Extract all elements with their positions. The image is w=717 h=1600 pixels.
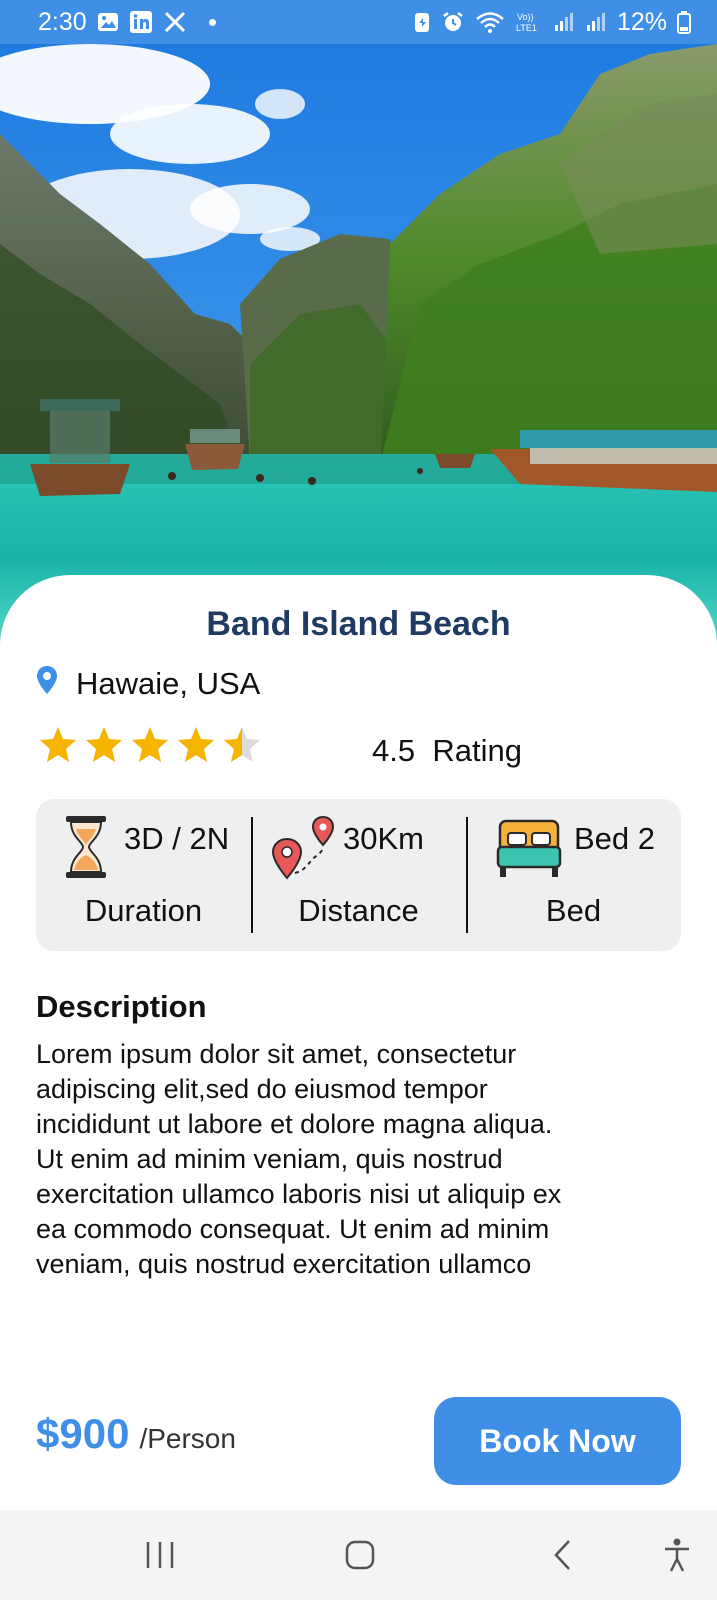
- home-button[interactable]: [315, 1510, 405, 1600]
- gallery-icon: [97, 11, 119, 33]
- status-time: 2:30: [38, 7, 87, 36]
- star-icon: [176, 725, 216, 770]
- price-unit: /Person: [139, 1423, 236, 1454]
- location-pin-icon: [36, 665, 58, 703]
- destination-title: Band Island Beach: [206, 605, 511, 643]
- status-bar: 2:30 Vo)) LTE1 12%: [0, 0, 717, 44]
- description-heading: Description: [36, 989, 207, 1024]
- description-line: ea commodo consequat. Ut enim ad minim: [36, 1214, 550, 1244]
- rating-value: 4.5: [372, 733, 416, 768]
- wifi-icon: [475, 10, 505, 34]
- x-icon: [163, 10, 187, 34]
- book-now-button[interactable]: Book Now: [434, 1397, 681, 1485]
- bed-icon: [496, 819, 562, 884]
- rating-stars: [38, 725, 262, 770]
- hero-image: [0, 44, 717, 664]
- description-body: Lorem ipsum dolor sit amet, consectetur …: [36, 1037, 686, 1282]
- details-card: Band Island Beach Hawaie, USA 4.5 Rating…: [0, 575, 717, 1510]
- accessibility-button[interactable]: [632, 1510, 717, 1600]
- home-icon: [345, 1540, 375, 1570]
- description-line: Lorem ipsum dolor sit amet, consectetur: [36, 1039, 517, 1069]
- info-bed: Bed 2 Bed: [466, 799, 681, 951]
- accessibility-icon: [665, 1538, 689, 1572]
- duration-value: 3D / 2N: [124, 821, 230, 856]
- svg-text:Vo)): Vo)): [517, 12, 534, 22]
- hourglass-icon: [64, 815, 108, 884]
- bed-label: Bed: [545, 893, 602, 928]
- battery-percent: 12%: [616, 7, 667, 36]
- price-row: $900 /Person: [36, 1410, 236, 1458]
- star-icon: [130, 725, 170, 770]
- price-amount: $900: [36, 1410, 130, 1457]
- alarm-icon: [441, 10, 465, 34]
- info-distance: 30Km Distance: [251, 799, 466, 951]
- distance-value: 30Km: [343, 821, 424, 856]
- description-line: exercitation ullamco laboris nisi ut ali…: [36, 1179, 562, 1209]
- star-icon: [222, 725, 262, 770]
- info-duration: 3D / 2N Duration: [36, 799, 251, 951]
- rating-text: 4.5 Rating: [372, 733, 522, 769]
- description-line: incididunt ut labore et dolore magna ali…: [36, 1109, 553, 1139]
- star-icon: [84, 725, 124, 770]
- signal-2-icon: [585, 11, 607, 33]
- back-button[interactable]: [518, 1510, 608, 1600]
- description-line: Ut enim ad minim veniam, quis nostrud: [36, 1144, 503, 1174]
- recent-apps-button[interactable]: [115, 1510, 205, 1600]
- volte-icon: Vo)) LTE1: [515, 10, 543, 34]
- svg-text:LTE1: LTE1: [516, 23, 537, 33]
- distance-label: Distance: [298, 893, 419, 928]
- battery-icon: [677, 10, 691, 34]
- duration-label: Duration: [84, 893, 203, 928]
- back-icon: [554, 1540, 570, 1570]
- location-text: Hawaie, USA: [76, 666, 261, 701]
- route-pin-icon: [269, 815, 341, 886]
- signal-1-icon: [553, 11, 575, 33]
- battery-saver-icon: [413, 10, 431, 34]
- description-line: adipiscing elit,sed do eiusmod tempor: [36, 1074, 488, 1104]
- recent-apps-icon: [146, 1542, 174, 1568]
- system-nav-bar: [0, 1510, 717, 1600]
- bed-value: Bed 2: [574, 821, 656, 856]
- linkedin-icon: [129, 10, 153, 34]
- notification-dot-icon: [208, 18, 216, 26]
- rating-label: Rating: [432, 733, 522, 768]
- description-line: veniam, quis nostrud exercitation ullamc…: [36, 1249, 532, 1279]
- location-row: Hawaie, USA: [36, 665, 260, 703]
- trip-info-box: 3D / 2N Duration 30Km Distance Bed 2 Bed: [36, 799, 681, 951]
- star-icon: [38, 725, 78, 770]
